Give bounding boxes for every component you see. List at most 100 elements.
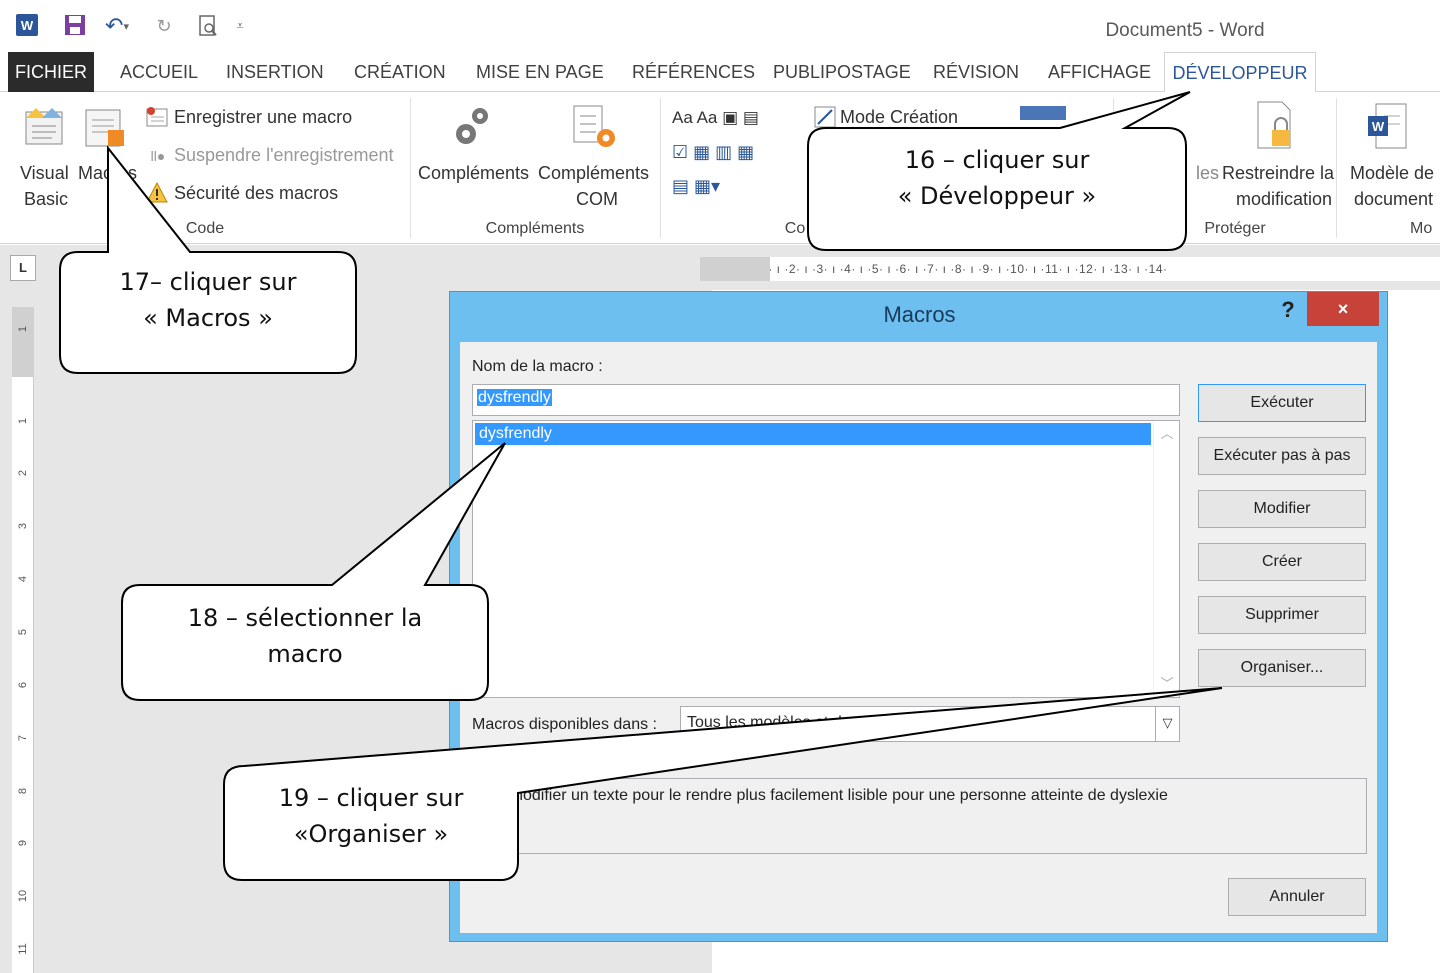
dialog-title: Macros — [883, 302, 956, 327]
addins-gear-icon[interactable] — [450, 102, 498, 150]
help-button[interactable]: ? — [1277, 296, 1299, 324]
checkbox-controls-icons[interactable]: ☑ ▦ ▥ ▦ — [672, 140, 792, 164]
vruler-number: 10 — [17, 889, 29, 903]
callout-16-line-2: « Développeur » — [897, 182, 1097, 210]
description-label: Description : — [472, 752, 561, 769]
tab-publipostage[interactable]: PUBLIPOSTAGE — [773, 52, 911, 92]
vertical-ruler-margin — [12, 307, 34, 377]
redo-icon[interactable]: ↻ — [152, 14, 176, 38]
tab-developpeur[interactable]: DÉVELOPPEUR — [1164, 52, 1316, 93]
visual-basic-label-1[interactable]: Visual — [20, 160, 69, 186]
macro-security-button[interactable]: Sécurité des macros — [174, 180, 338, 206]
print-preview-icon[interactable] — [196, 14, 220, 38]
macro-security-icon[interactable] — [146, 182, 168, 204]
ribbon-tabs: FICHIER ACCUEIL INSERTION CRÉATION MISE … — [0, 52, 1440, 93]
macro-name-input[interactable]: dysfrendly — [472, 384, 1180, 416]
callout-18-line-2: macro — [267, 640, 343, 668]
group-label-templates: Mo — [1410, 220, 1433, 237]
macros-icon[interactable] — [84, 106, 128, 150]
visual-basic-label-2[interactable]: Basic — [24, 186, 68, 212]
vruler-number: 1 — [17, 325, 29, 333]
macros-dialog: Macros ? × Nom de la macro : dysfrendly … — [449, 291, 1388, 942]
delete-button[interactable]: Supprimer — [1198, 596, 1366, 634]
visual-basic-icon[interactable] — [22, 104, 66, 148]
macros-available-label: Macros disponibles dans : — [472, 716, 657, 733]
svg-text:W: W — [1372, 119, 1385, 134]
tab-accueil[interactable]: ACCUEIL — [120, 52, 198, 92]
macro-list[interactable]: dysfrendly ︿ ﹀ — [472, 420, 1180, 698]
pause-recording-button: Suspendre l'enregistrement — [174, 145, 394, 165]
tab-affichage[interactable]: AFFICHAGE — [1048, 52, 1151, 92]
design-mode-icon[interactable] — [814, 106, 836, 128]
com-addins-icon[interactable] — [570, 102, 620, 152]
restrict-editing-label-1[interactable]: Restreindre la — [1222, 160, 1334, 186]
restrict-editing-icon[interactable] — [1256, 100, 1296, 152]
save-icon[interactable] — [64, 14, 86, 36]
tab-creation[interactable]: CRÉATION — [354, 52, 446, 92]
record-macro-button[interactable]: Enregistrer une macro — [174, 104, 352, 130]
group-label-controls: Co — [784, 220, 806, 237]
vruler-number: 7 — [17, 734, 29, 742]
macro-name-label: Nom de la macro : — [472, 358, 603, 375]
text-controls-icons[interactable]: Aa Aa ▣ ▤ — [672, 106, 792, 130]
vruler-number: 9 — [17, 839, 29, 847]
cancel-button[interactable]: Annuler — [1228, 878, 1366, 916]
document-template-label-1[interactable]: Modèle de — [1350, 160, 1434, 186]
tab-insertion[interactable]: INSERTION — [226, 52, 324, 92]
step-into-button[interactable]: Exécuter pas à pas — [1198, 437, 1366, 475]
title-bar: W ↶ ▾ ↻ ⩡ Document5 - Word — [0, 0, 1440, 52]
callout-17-line-1: 17– cliquer sur — [119, 268, 297, 296]
vruler-number: 6 — [17, 681, 29, 689]
restrict-editing-label-2[interactable]: modification — [1236, 186, 1332, 212]
scroll-up-icon[interactable]: ︿ — [1154, 423, 1180, 442]
vruler-number: 1 — [17, 417, 29, 425]
group-separator — [660, 98, 661, 238]
vruler-number: 2 — [17, 469, 29, 477]
group-label-complements: Compléments — [485, 220, 585, 237]
group-separator — [1336, 98, 1337, 238]
run-button[interactable]: Exécuter — [1198, 384, 1366, 422]
macro-name-value: dysfrendly — [477, 389, 552, 406]
dialog-body: Nom de la macro : dysfrendly dysfrendly … — [460, 342, 1377, 933]
addins-button[interactable]: Compléments — [418, 160, 529, 186]
horizontal-ruler[interactable]: ·1· ı ·X· ı ·1· ı ·2· ı ·3· ı ·4· ı ·5· … — [700, 257, 1440, 281]
record-macro-icon[interactable] — [146, 106, 168, 128]
word-logo-icon[interactable]: W — [16, 14, 38, 36]
callout-17-line-2: « Macros » — [143, 304, 273, 332]
chevron-down-icon[interactable]: ▽ — [1155, 707, 1179, 741]
com-addins-label-2[interactable]: COM — [576, 186, 618, 212]
description-text: ...e modifier un texte pour le rendre pl… — [483, 787, 1168, 804]
window-title: Document5 - Word — [1105, 20, 1265, 41]
block-authors-partial-label[interactable]: les — [1196, 160, 1219, 186]
legacy-tools-icon[interactable]: ▤ ▦▾ — [672, 174, 732, 198]
organize-button[interactable]: Organiser... — [1198, 649, 1366, 687]
list-scrollbar[interactable]: ︿ ﹀ — [1153, 421, 1179, 697]
com-addins-label-1[interactable]: Compléments — [538, 160, 649, 186]
customize-toolbar-icon[interactable]: ⩡ — [232, 14, 248, 38]
tab-mise-en-page[interactable]: MISE EN PAGE — [476, 52, 604, 92]
document-template-label-2[interactable]: document — [1354, 186, 1433, 212]
modify-button[interactable]: Modifier — [1198, 490, 1366, 528]
callout-16-line-1: 16 – cliquer sur — [904, 146, 1090, 174]
group-separator — [410, 98, 411, 238]
description-box: ...e modifier un texte pour le rendre pl… — [472, 778, 1367, 854]
scroll-down-icon[interactable]: ﹀ — [1154, 673, 1180, 692]
callout-19-line-2: «Organiser » — [293, 820, 449, 848]
tab-fichier[interactable]: FICHIER — [8, 52, 94, 92]
mapping-pane-icon[interactable] — [1020, 106, 1066, 120]
vruler-number: 8 — [17, 787, 29, 795]
callout-18-line-1: 18 – sélectionner la — [187, 604, 423, 632]
macros-button-label[interactable]: Macros — [78, 160, 137, 186]
macros-available-value: Tous les modèles et documents actifs — [687, 714, 953, 731]
list-item[interactable]: dysfrendly — [475, 423, 1151, 445]
document-template-icon[interactable]: W — [1366, 100, 1410, 152]
undo-icon[interactable]: ↶ ▾ — [100, 13, 134, 38]
callout-19-line-1: 19 – cliquer sur — [278, 784, 464, 812]
close-button[interactable]: × — [1307, 292, 1379, 326]
design-mode-button[interactable]: Mode Création — [840, 104, 958, 130]
create-button[interactable]: Créer — [1198, 543, 1366, 581]
tab-revision[interactable]: RÉVISION — [933, 52, 1019, 92]
tab-selector[interactable]: L — [10, 255, 36, 281]
macros-available-select[interactable]: Tous les modèles et documents actifs ▽ — [680, 706, 1180, 742]
tab-references[interactable]: RÉFÉRENCES — [632, 52, 755, 92]
